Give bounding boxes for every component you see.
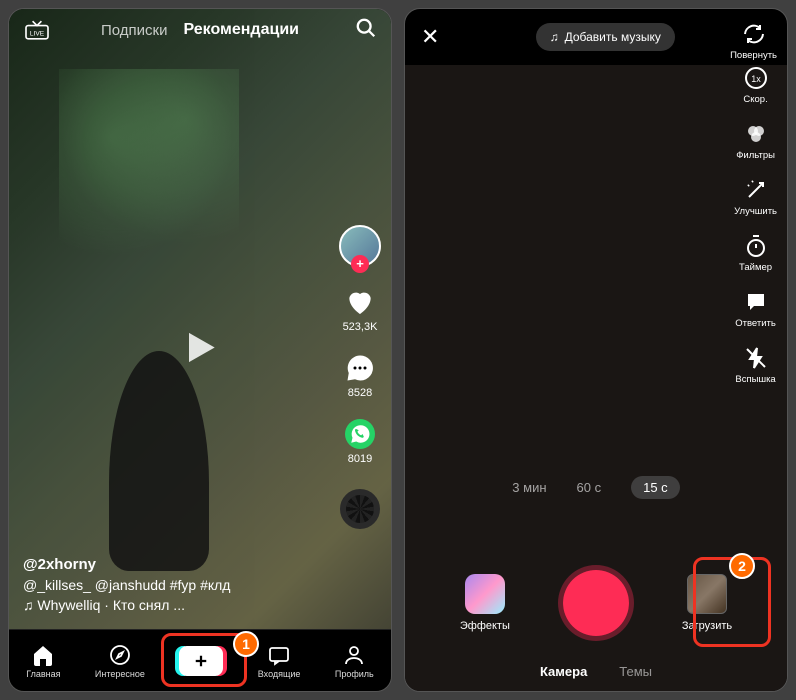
author-handle[interactable]: @2xhorny <box>23 556 230 573</box>
share-count: 8019 <box>348 453 372 465</box>
nav-home[interactable]: Главная <box>26 643 60 679</box>
comment-count: 8528 <box>348 387 372 399</box>
timer-icon <box>743 233 769 259</box>
nav-home-label: Главная <box>26 669 60 679</box>
effects-label: Эффекты <box>460 620 510 632</box>
close-icon[interactable]: ✕ <box>421 24 439 50</box>
comment-icon <box>343 351 377 385</box>
mode-selector: Камера Темы <box>405 664 787 679</box>
flip-label: Повернуть <box>730 50 777 61</box>
video-caption[interactable]: @_killses_ @janshudd #fyp #клд <box>23 577 230 593</box>
step-badge-1: 1 <box>233 631 259 657</box>
whatsapp-icon <box>343 417 377 451</box>
sound-disc-icon[interactable] <box>340 489 380 529</box>
author-avatar[interactable]: + <box>339 225 381 267</box>
svg-text:1x: 1x <box>751 74 761 84</box>
effects-button[interactable]: Эффекты <box>460 574 510 632</box>
filters-icon <box>743 121 769 147</box>
comment-button[interactable]: 8528 <box>343 351 377 399</box>
reply-label: Ответить <box>735 318 776 329</box>
like-count: 523,3K <box>343 321 378 333</box>
video-info: @2xhorny @_killses_ @janshudd #fyp #клд … <box>23 556 230 617</box>
duration-60s[interactable]: 60 с <box>577 480 602 499</box>
upload-button[interactable]: Загрузить <box>682 574 732 632</box>
nav-profile[interactable]: Профиль <box>335 643 374 679</box>
reply-button[interactable]: Ответить <box>734 289 777 329</box>
nav-discover[interactable]: Интересное <box>95 643 145 679</box>
add-music-button[interactable]: ♫ Добавить музыку <box>536 23 675 51</box>
upload-label: Загрузить <box>682 620 732 632</box>
tab-for-you[interactable]: Рекомендации <box>184 21 300 39</box>
music-note-icon: ♫ <box>550 30 559 44</box>
beauty-label: Улучшить <box>734 206 777 217</box>
speed-label: Скор. <box>743 94 767 105</box>
wand-icon <box>743 177 769 203</box>
upload-thumbnail <box>687 574 727 614</box>
nav-inbox[interactable]: Входящие <box>258 643 301 679</box>
add-music-label: Добавить музыку <box>565 30 661 44</box>
speed-button[interactable]: 1x Скор. <box>734 65 777 105</box>
like-button[interactable]: 523,3K <box>343 285 378 333</box>
camera-header: ✕ ♫ Добавить музыку <box>405 23 787 51</box>
nav-discover-label: Интересное <box>95 669 145 679</box>
svg-text:LIVE: LIVE <box>30 31 45 38</box>
camera-screen: ✕ ♫ Добавить музыку Повернуть 1x Скор. Ф… <box>404 8 788 692</box>
step-badge-2: 2 <box>729 553 755 579</box>
follow-plus-icon[interactable]: + <box>351 255 369 273</box>
share-button[interactable]: 8019 <box>343 417 377 465</box>
action-rail: + 523,3K 8528 8019 <box>339 225 381 529</box>
camera-controls: Эффекты Загрузить <box>405 565 787 641</box>
live-icon[interactable]: LIVE <box>23 19 51 41</box>
filters-button[interactable]: Фильтры <box>734 121 777 161</box>
duration-selector: 3 мин 60 с 15 с <box>405 480 787 499</box>
play-icon[interactable] <box>178 326 222 375</box>
nav-profile-label: Профиль <box>335 669 374 679</box>
duration-15s[interactable]: 15 с <box>631 476 680 499</box>
beauty-button[interactable]: Улучшить <box>734 177 777 217</box>
search-icon[interactable] <box>355 17 377 44</box>
reply-icon <box>743 289 769 315</box>
timer-label: Таймер <box>739 262 772 273</box>
create-button[interactable] <box>179 646 223 676</box>
camera-tools: 1x Скор. Фильтры Улучшить Таймер Ответит… <box>734 65 777 385</box>
timer-button[interactable]: Таймер <box>734 233 777 273</box>
bottom-nav: Главная Интересное Входящие Профиль <box>9 629 391 691</box>
flash-off-icon <box>743 345 769 371</box>
filters-label: Фильтры <box>736 150 775 161</box>
nav-inbox-label: Входящие <box>258 669 301 679</box>
flash-button[interactable]: Вспышка <box>734 345 777 385</box>
record-button[interactable] <box>558 565 634 641</box>
mode-templates[interactable]: Темы <box>619 664 652 679</box>
heart-icon <box>343 285 377 319</box>
flash-label: Вспышка <box>735 374 775 385</box>
sound-title[interactable]: ♫ Whywelliq · Кто снял ... <box>23 597 230 613</box>
effects-icon <box>465 574 505 614</box>
tab-following[interactable]: Подписки <box>101 22 168 39</box>
feed-screen: LIVE Подписки Рекомендации + 523,3K 8528 <box>8 8 392 692</box>
speed-icon: 1x <box>743 65 769 91</box>
mode-camera[interactable]: Камера <box>540 664 587 679</box>
feed-header: LIVE Подписки Рекомендации <box>9 21 391 39</box>
duration-3min[interactable]: 3 мин <box>512 480 546 499</box>
